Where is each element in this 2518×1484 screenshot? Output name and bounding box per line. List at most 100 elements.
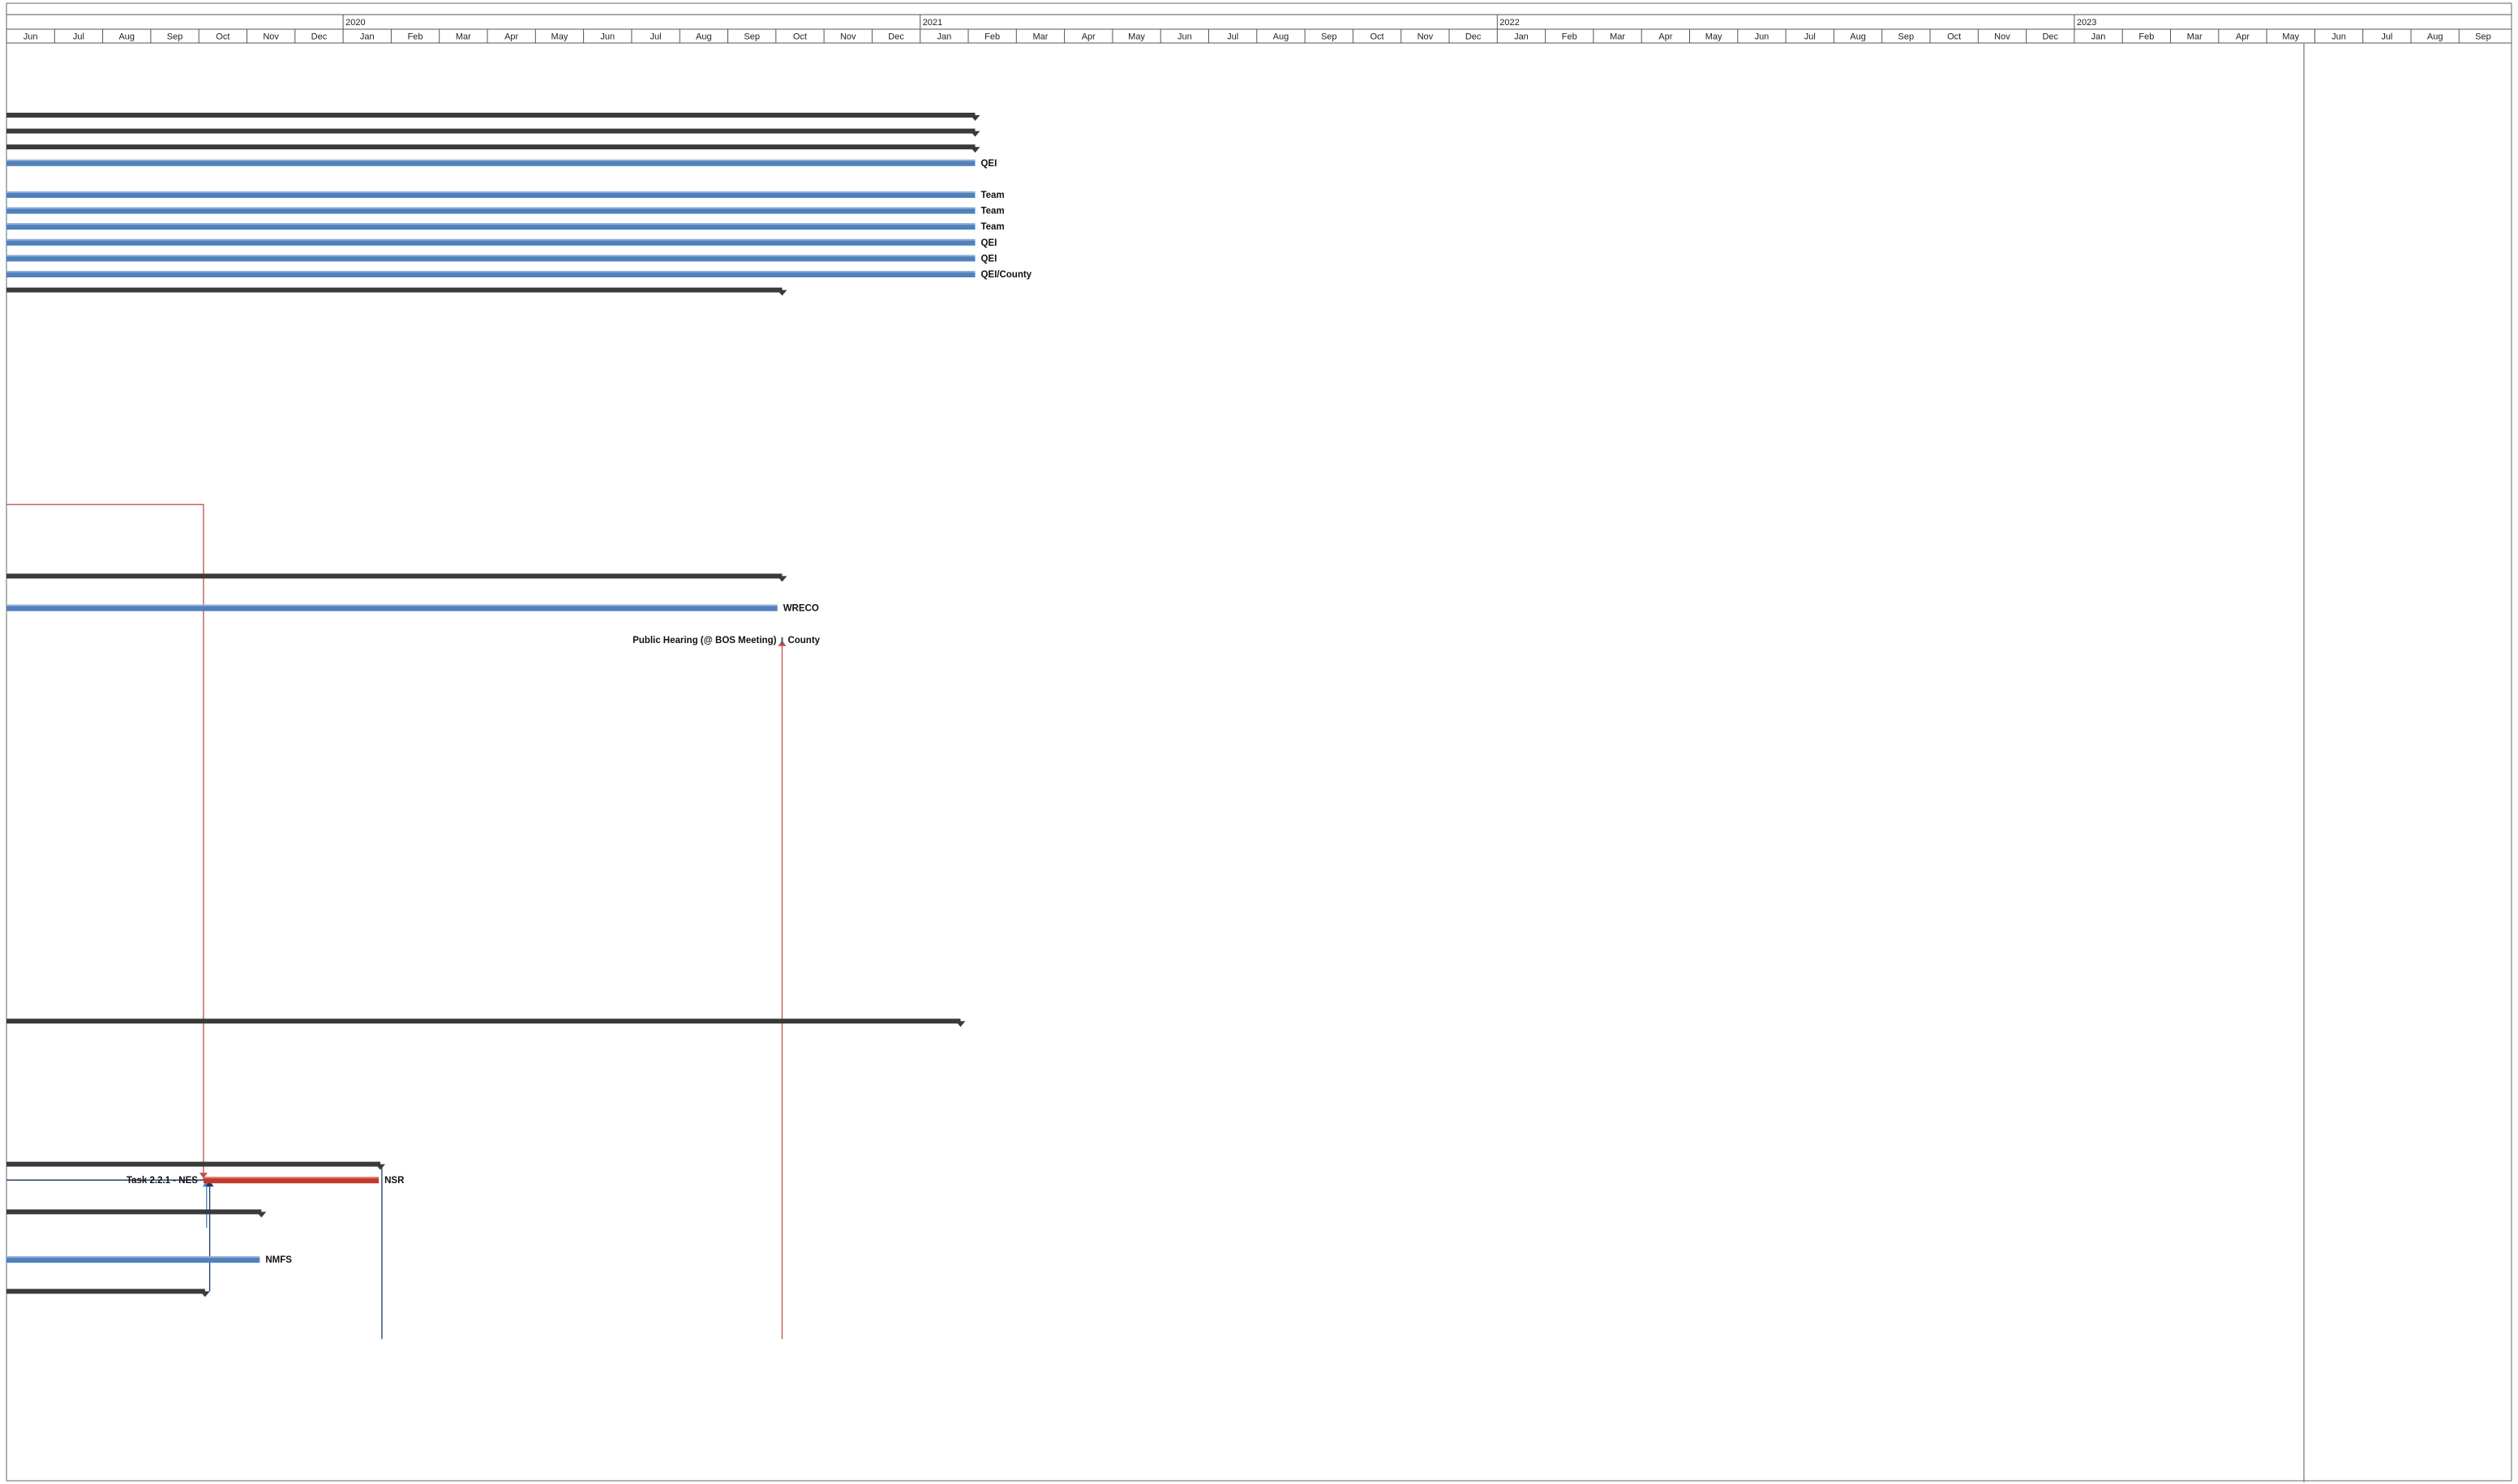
month-label: Jun xyxy=(1755,32,1769,42)
month-label: Jan xyxy=(1514,32,1529,42)
month-label: Dec xyxy=(311,32,328,42)
month-label: Jun xyxy=(2331,32,2346,42)
summary-bar-end-marker xyxy=(199,1291,210,1297)
resource-label: Team xyxy=(980,222,1004,232)
month-label: Dec xyxy=(2042,32,2058,42)
task-bar-highlight xyxy=(6,159,976,161)
month-label: Feb xyxy=(1562,32,1577,42)
month-label: Aug xyxy=(2427,32,2443,42)
resource-label: QEI/County xyxy=(980,270,1032,280)
summary-bar-end-marker xyxy=(970,147,980,153)
milestone-marker xyxy=(781,637,783,644)
summary-bar-end-marker xyxy=(777,290,787,296)
month-label: Jul xyxy=(2381,32,2392,42)
month-label: Mar xyxy=(1032,32,1048,42)
summary-bar-end-marker xyxy=(375,1164,386,1170)
month-label: Aug xyxy=(696,32,712,42)
month-label: Feb xyxy=(408,32,423,42)
month-label: Jan xyxy=(2091,32,2106,42)
month-label: Aug xyxy=(118,32,135,42)
month-label: May xyxy=(1705,32,1722,42)
month-label: Jun xyxy=(1177,32,1192,42)
resource-label: WRECO xyxy=(783,604,819,614)
summary-bar-end-marker xyxy=(970,115,980,121)
month-label: Jan xyxy=(937,32,951,42)
month-label: Sep xyxy=(744,32,760,42)
summary-bar xyxy=(6,144,976,150)
task-bars: QEI Team Team Team QEI QEI QEI/County WRECO Coun… xyxy=(6,113,1032,1297)
month-label: Feb xyxy=(984,32,1000,42)
month-label: Nov xyxy=(1418,32,1434,42)
resource-label: NMFS xyxy=(265,1255,292,1265)
task-bar-highlight xyxy=(6,191,976,193)
month-label: May xyxy=(1128,32,1145,42)
month-label: Oct xyxy=(1370,32,1383,42)
month-label: Dec xyxy=(888,32,904,42)
dependency-link xyxy=(6,1179,211,1292)
month-label: Jun xyxy=(24,32,38,42)
gantt-chart: 2020 2021 2022 2023 Jun Jul Aug Sep Oct Nov Dec Jan… xyxy=(6,2,2512,1482)
resource-label: QEI xyxy=(980,159,997,169)
month-label: May xyxy=(551,32,568,42)
resource-label: County xyxy=(787,636,820,645)
month-label: May xyxy=(2282,32,2299,42)
month-label: Sep xyxy=(1898,32,1915,42)
resource-label: QEI xyxy=(980,238,997,248)
year-label: 2020 xyxy=(345,18,365,28)
summary-bar xyxy=(6,1289,205,1294)
task-bar-highlight xyxy=(6,1256,260,1259)
summary-bar xyxy=(6,113,976,118)
month-label: Mar xyxy=(2187,32,2203,42)
month-label: Apr xyxy=(1658,32,1672,42)
summary-bar-end-marker xyxy=(970,131,980,137)
month-label: Aug xyxy=(1273,32,1289,42)
task-bar-highlight xyxy=(6,271,976,272)
month-label: Oct xyxy=(1947,32,1961,42)
resource-label: Team xyxy=(980,191,1004,200)
month-label: Jul xyxy=(650,32,662,42)
task-bar-highlight xyxy=(6,207,976,209)
month-label: Oct xyxy=(216,32,229,42)
month-label: Aug xyxy=(1850,32,1866,42)
month-label: Sep xyxy=(167,32,183,42)
summary-bar xyxy=(6,1019,961,1024)
task-name-label: Public Hearing (@ BOS Meeting) xyxy=(633,636,777,645)
resource-label: Team xyxy=(980,207,1004,217)
month-label: Jul xyxy=(1227,32,1238,42)
month-label: Sep xyxy=(2475,32,2491,42)
month-label: Jun xyxy=(600,32,615,42)
task-bar-highlight xyxy=(6,223,976,225)
dependency-link xyxy=(6,1179,208,1228)
task-bar-highlight xyxy=(203,1177,380,1179)
summary-bar xyxy=(6,1161,381,1167)
month-label: Jan xyxy=(360,32,375,42)
summary-bar-end-marker xyxy=(256,1212,267,1218)
year-label: 2023 xyxy=(2077,18,2096,28)
task-bar-highlight xyxy=(6,255,976,257)
year-label: 2022 xyxy=(1499,18,1519,28)
month-label: Mar xyxy=(456,32,471,42)
month-label: Jul xyxy=(73,32,84,42)
summary-bar-end-marker xyxy=(777,576,787,582)
summary-bar xyxy=(6,128,976,134)
summary-bar xyxy=(6,1209,262,1215)
month-label: Mar xyxy=(1610,32,1625,42)
month-label: Jul xyxy=(1804,32,1816,42)
month-label: Nov xyxy=(1994,32,2010,42)
month-label: Oct xyxy=(793,32,807,42)
summary-bar-end-marker xyxy=(955,1021,966,1027)
summary-bar xyxy=(6,573,783,579)
resource-label: NSR xyxy=(384,1176,405,1186)
month-label: Apr xyxy=(1082,32,1096,42)
month-label: Nov xyxy=(263,32,279,42)
month-label: Apr xyxy=(2236,32,2250,42)
year-label: 2021 xyxy=(923,18,942,28)
resource-label: QEI xyxy=(980,254,997,264)
task-bar-highlight xyxy=(6,604,778,607)
month-label: Sep xyxy=(1321,32,1337,42)
summary-bar xyxy=(6,287,783,293)
task-name-label: Task 2.2.1 - NES xyxy=(127,1176,198,1186)
month-label: Dec xyxy=(1465,32,1482,42)
month-label: Nov xyxy=(840,32,856,42)
task-bar-highlight xyxy=(6,238,976,241)
